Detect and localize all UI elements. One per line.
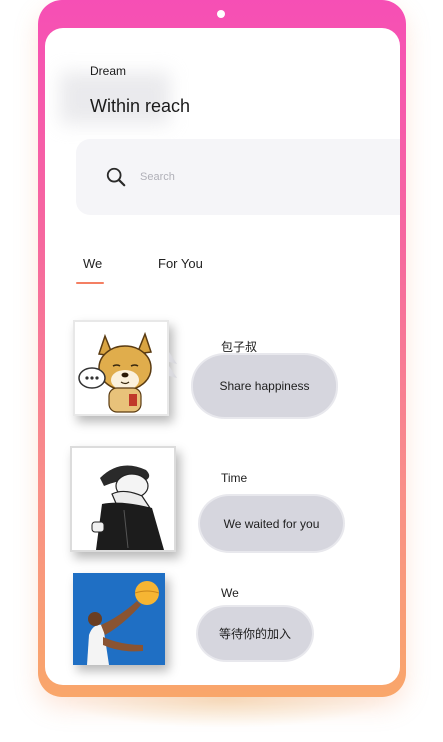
basketball-player-illustration: [73, 573, 165, 665]
brand-subtitle: Dream: [90, 64, 127, 78]
message-bubble-3[interactable]: 等待你的加入: [198, 607, 312, 660]
search-input[interactable]: [140, 166, 340, 188]
post-author-1: 包子叔: [221, 340, 258, 354]
post-author-2: Time: [221, 471, 248, 485]
tab-we[interactable]: We: [83, 256, 102, 271]
search-icon[interactable]: [105, 166, 127, 188]
app-screen: Dream Within reach We For You: [45, 28, 400, 685]
tab-for-you[interactable]: For You: [158, 256, 203, 271]
pointer-icon: [169, 352, 177, 378]
active-tab-indicator: [76, 282, 104, 284]
avatar-hooded-figure[interactable]: [70, 446, 176, 552]
brand-title: Within reach: [90, 96, 191, 116]
search-bar[interactable]: [76, 139, 400, 215]
camera-dot: [217, 10, 225, 18]
hooded-figure-illustration: [72, 448, 174, 550]
shiba-dog-illustration: [75, 322, 167, 414]
avatar-shiba-dog[interactable]: [73, 320, 169, 416]
avatar-basketball-player[interactable]: [73, 573, 165, 665]
message-bubble-1[interactable]: Share happiness: [193, 355, 336, 417]
message-bubble-2[interactable]: We waited for you: [200, 496, 343, 551]
post-author-3: We: [221, 586, 239, 600]
